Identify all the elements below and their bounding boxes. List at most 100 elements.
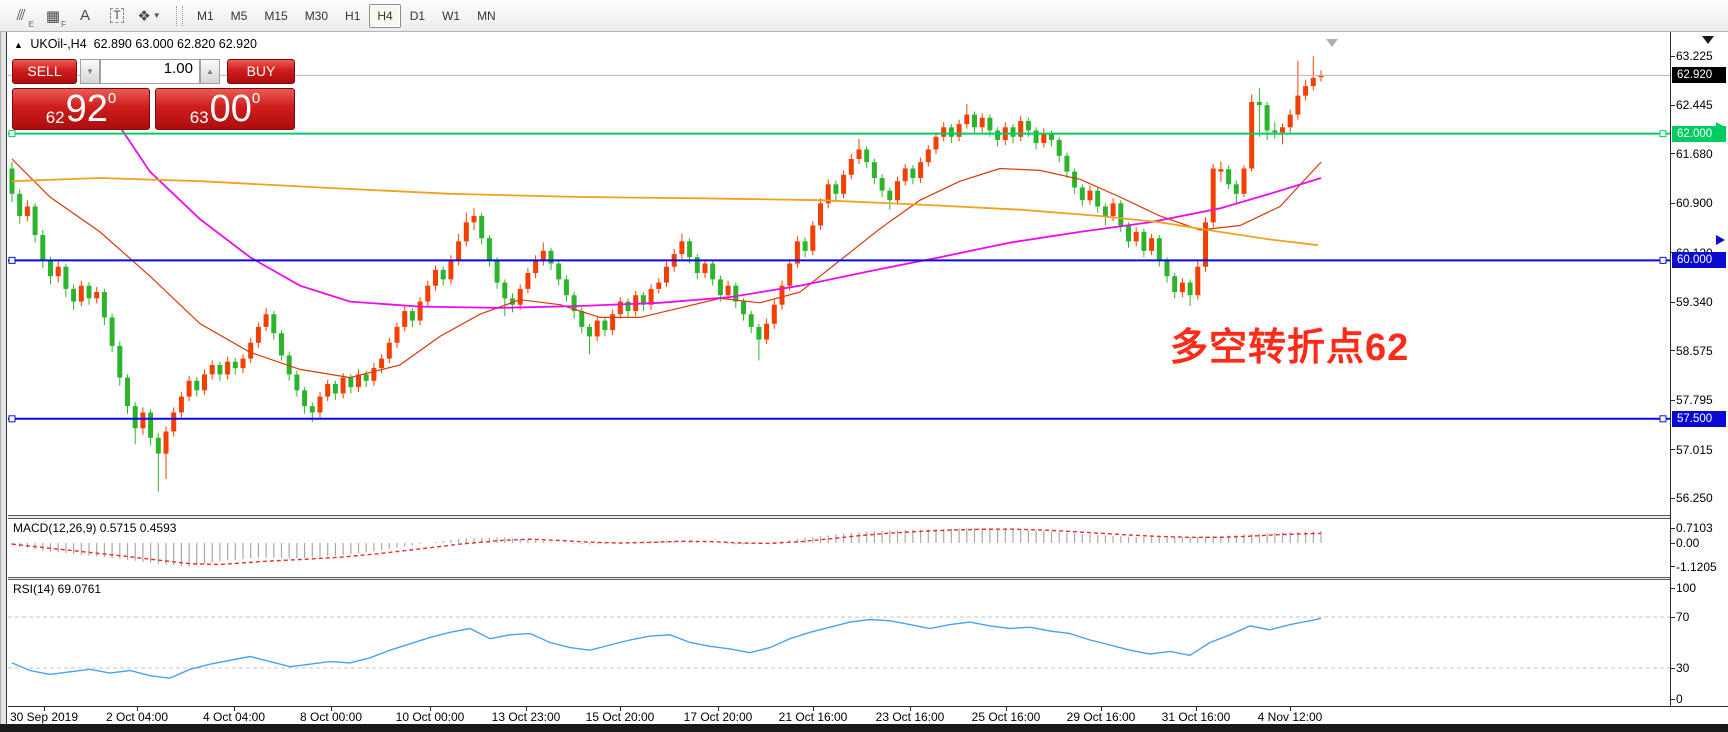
candle-body bbox=[587, 327, 592, 337]
line-endpoint-handle[interactable] bbox=[1660, 131, 1666, 137]
line-studies-icon[interactable]: ⫻E bbox=[6, 3, 36, 29]
candle-body bbox=[756, 327, 761, 340]
text-label-icon[interactable]: T bbox=[102, 3, 132, 29]
candle-body bbox=[949, 127, 954, 137]
candle-body bbox=[710, 264, 715, 280]
buy-price-button[interactable]: 63 00 0 bbox=[155, 88, 295, 130]
icon-subscript: F bbox=[61, 20, 66, 29]
timeframe-button-h4[interactable]: H4 bbox=[369, 4, 400, 28]
candle-body bbox=[1064, 156, 1069, 172]
price-tick-label: 60.900 bbox=[1676, 196, 1726, 210]
axis-tick-mark bbox=[1670, 498, 1675, 499]
candle-body bbox=[1011, 127, 1016, 137]
candle-body bbox=[164, 431, 169, 453]
timeframe-button-m5[interactable]: M5 bbox=[223, 4, 256, 28]
toolbar-grip[interactable] bbox=[176, 6, 183, 26]
candle-body bbox=[271, 314, 276, 333]
candle-body bbox=[995, 130, 1000, 140]
buy-price-small: 63 bbox=[190, 109, 209, 126]
candle-body bbox=[664, 267, 669, 283]
candle-body bbox=[1080, 187, 1085, 200]
volume-input[interactable]: 1.00 bbox=[100, 59, 200, 84]
panel-splitter-macd[interactable] bbox=[8, 515, 1670, 519]
candle-body bbox=[217, 365, 222, 375]
axis-tick-mark bbox=[1670, 400, 1675, 401]
candle-body bbox=[1141, 232, 1146, 251]
volume-increase-button[interactable]: ▲ bbox=[200, 59, 220, 84]
sell-button[interactable]: SELL bbox=[12, 59, 77, 84]
line-endpoint-handle[interactable] bbox=[1660, 257, 1666, 263]
candle-body bbox=[1172, 276, 1177, 292]
candle-body bbox=[934, 137, 939, 150]
candle-body bbox=[1242, 168, 1247, 193]
price-tick-label: 57.015 bbox=[1676, 443, 1726, 457]
candle-body bbox=[156, 438, 161, 454]
timeframe-button-mn[interactable]: MN bbox=[469, 4, 504, 28]
candle-body bbox=[448, 260, 453, 279]
panel-splitter-rsi[interactable] bbox=[8, 577, 1670, 580]
candle-body bbox=[541, 251, 546, 261]
candle-body bbox=[741, 302, 746, 315]
time-axis-label: 13 Oct 23:00 bbox=[492, 710, 561, 724]
candle-body bbox=[387, 343, 392, 359]
candle-body bbox=[464, 222, 469, 241]
timeframe-button-m30[interactable]: M30 bbox=[297, 4, 336, 28]
toolbar: ⫻E▦FAT❖▼ M1M5M15M30H1H4D1W1MN bbox=[0, 0, 1728, 32]
line-endpoint-handle[interactable] bbox=[1660, 416, 1666, 422]
candle-body bbox=[79, 286, 84, 302]
timeframe-button-w1[interactable]: W1 bbox=[434, 4, 468, 28]
candle-body bbox=[395, 327, 400, 343]
rsi-axis-label: 70 bbox=[1676, 610, 1726, 624]
grid-icon[interactable]: ▦F bbox=[38, 3, 68, 29]
candle-body bbox=[1249, 102, 1254, 169]
candle-body bbox=[1057, 140, 1062, 156]
price-tick-label: 61.680 bbox=[1676, 147, 1726, 161]
price-axis-line bbox=[1670, 32, 1671, 706]
timeframe-button-h1[interactable]: H1 bbox=[337, 4, 368, 28]
candle-body bbox=[1188, 283, 1193, 296]
rsi-axis-label: 100 bbox=[1676, 581, 1726, 595]
candle-body bbox=[187, 381, 192, 397]
candle-body bbox=[595, 321, 600, 337]
axis-tick-mark bbox=[1670, 105, 1675, 106]
candle-body bbox=[33, 207, 38, 236]
candle-body bbox=[1218, 169, 1223, 172]
candle-body bbox=[549, 251, 554, 264]
line-endpoint-handle[interactable] bbox=[9, 416, 15, 422]
candle-body bbox=[1072, 172, 1077, 188]
axis-tick-mark bbox=[1670, 528, 1675, 529]
candle-body bbox=[1265, 105, 1270, 130]
buy-button[interactable]: BUY bbox=[227, 59, 295, 84]
line-endpoint-handle[interactable] bbox=[9, 257, 15, 263]
candle-body bbox=[1288, 115, 1293, 128]
candle-body bbox=[325, 384, 330, 397]
timeframe-button-d1[interactable]: D1 bbox=[402, 4, 433, 28]
dropdown-caret-icon[interactable]: ▼ bbox=[153, 11, 161, 20]
candle-body bbox=[849, 159, 854, 175]
candle-body bbox=[48, 260, 53, 276]
line-endpoint-handle[interactable] bbox=[9, 131, 15, 137]
candle-body bbox=[233, 362, 238, 368]
candle-body bbox=[733, 286, 738, 302]
candle-body bbox=[441, 270, 446, 280]
scroll-corner-icon[interactable] bbox=[1702, 36, 1714, 44]
price-tick-label: 57.795 bbox=[1676, 393, 1726, 407]
rsi-indicator-plot[interactable] bbox=[8, 580, 1670, 706]
chart-ohlc-values: 62.890 63.000 62.820 62.920 bbox=[94, 37, 257, 51]
timeframe-button-m1[interactable]: M1 bbox=[189, 4, 222, 28]
candle-body bbox=[772, 305, 777, 324]
candle-body bbox=[502, 283, 507, 299]
macd-histogram bbox=[12, 528, 1321, 566]
timeframe-button-m15[interactable]: M15 bbox=[256, 4, 295, 28]
axis-tick-mark bbox=[1670, 617, 1675, 618]
candle-body bbox=[926, 149, 931, 162]
text-icon[interactable]: A bbox=[70, 3, 100, 29]
macd-indicator-plot[interactable] bbox=[8, 519, 1670, 577]
volume-decrease-button[interactable]: ▼ bbox=[80, 59, 100, 84]
candle-body bbox=[1280, 127, 1285, 132]
arrange-windows-icon[interactable]: ❖▼ bbox=[134, 3, 164, 29]
candle-body bbox=[1095, 191, 1100, 207]
sell-price-button[interactable]: 62 92 0 bbox=[12, 88, 150, 130]
blue-line-edge-arrow-icon bbox=[1716, 235, 1725, 245]
chart-shift-marker-icon[interactable] bbox=[1326, 39, 1338, 47]
